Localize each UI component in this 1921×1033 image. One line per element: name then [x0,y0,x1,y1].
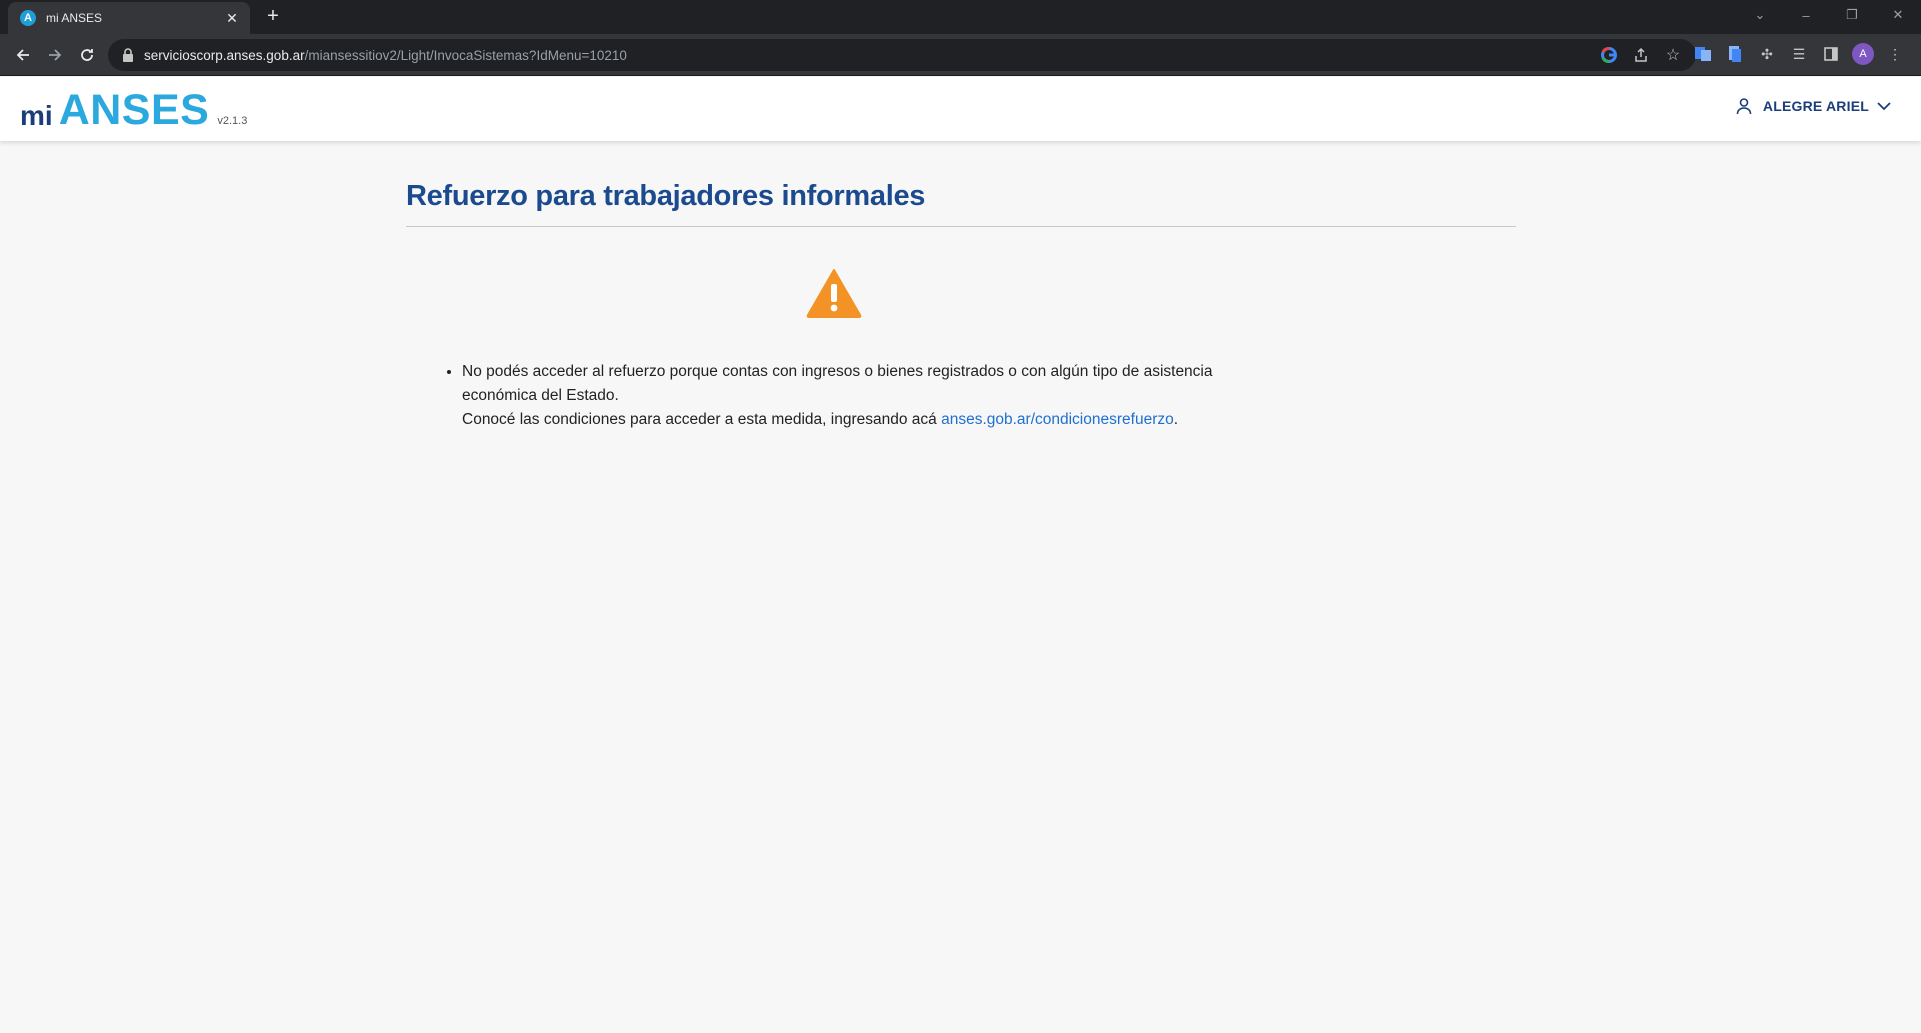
tab-close-icon[interactable]: ✕ [224,10,240,27]
tab-search-icon[interactable]: ⌄ [1737,7,1783,23]
lock-icon [123,48,133,62]
address-bar[interactable]: servicioscorp.anses.gob.ar/miansessitiov… [108,39,1696,71]
close-window-icon[interactable]: ✕ [1875,7,1921,23]
google-icon[interactable] [1600,46,1618,64]
mi-anses-logo[interactable]: mi ANSES v2.1.3 [20,83,247,133]
bookmark-star-icon[interactable]: ☆ [1664,46,1682,64]
docs-extension-icon[interactable] [1724,43,1746,65]
chevron-down-icon [1877,102,1891,111]
reading-list-icon[interactable]: ☰ [1788,43,1810,65]
logo-mi-text: mi [20,100,53,131]
message-line-2-suffix: . [1173,411,1179,428]
forward-button[interactable] [42,42,68,68]
url-path: /miansessitiov2/Light/InvocaSistemas?IdM… [304,47,627,63]
browser-tab[interactable]: A mi ANSES ✕ [8,2,250,34]
window-controls: ⌄ – ❐ ✕ [1737,0,1921,30]
chrome-menu-icon[interactable]: ⋮ [1884,43,1906,65]
share-icon[interactable] [1632,46,1650,64]
message-line-2-prefix: Conocé las condiciones para acceder a es… [462,411,942,428]
tab-title: mi ANSES [46,11,103,25]
browser-toolbar: servicioscorp.anses.gob.ar/miansessitiov… [0,34,1921,76]
message-line-1: No podés acceder al refuerzo porque cont… [462,363,1213,404]
browser-tabstrip: A mi ANSES ✕ + ⌄ – ❐ ✕ [0,0,1921,34]
translate-extension-icon[interactable] [1692,43,1714,65]
anses-favicon-icon: A [20,10,36,26]
new-tab-button[interactable]: + [262,6,284,28]
warning-icon [806,269,862,318]
main-content: Refuerzo para trabajadores informales No… [406,180,1516,428]
reload-icon [81,49,93,61]
extensions-area: ✣ ☰ A ⋮ [1692,43,1906,65]
back-arrow-icon [16,49,29,61]
page-title: Refuerzo para trabajadores informales [406,180,1516,227]
reload-button[interactable] [74,42,100,68]
logo-anses-text: ANSES [58,86,210,134]
back-button[interactable] [10,42,36,68]
message-item: No podés acceder al refuerzo porque cont… [462,360,1264,432]
restore-icon[interactable]: ❐ [1829,7,1875,23]
user-name: ALEGRE ARIEL [1762,98,1869,114]
forward-arrow-icon [49,49,62,61]
user-menu-button[interactable]: ALEGRE ARIEL [1735,97,1891,115]
extensions-puzzle-icon[interactable]: ✣ [1756,43,1778,65]
url-host: servicioscorp.anses.gob.ar [144,47,305,63]
user-icon [1736,98,1752,115]
profile-avatar[interactable]: A [1852,43,1874,65]
minimize-icon[interactable]: – [1783,8,1829,23]
site-header: mi ANSES v2.1.3 ALEGRE ARIEL [0,77,1921,141]
conditions-link[interactable]: anses.gob.ar/condicionesrefuerzo [941,411,1174,428]
side-panel-icon[interactable] [1820,43,1842,65]
app-version: v2.1.3 [217,115,248,127]
ineligibility-message: No podés acceder al refuerzo porque cont… [444,360,1264,432]
